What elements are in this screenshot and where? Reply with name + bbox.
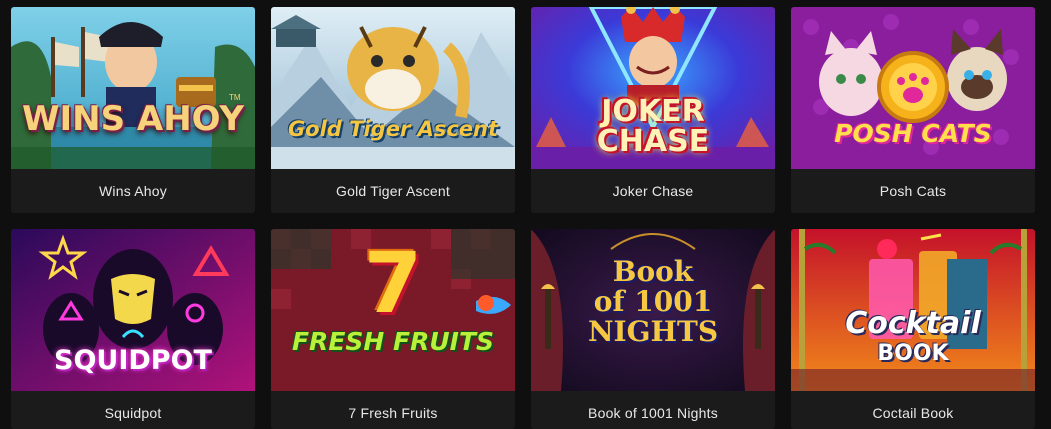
logo-line: Book xyxy=(612,255,694,288)
book-1001-nights-logo: Book of 1001 NIGHTS xyxy=(531,257,775,347)
game-title[interactable]: Book of 1001 Nights xyxy=(531,391,775,429)
squidpot-logo: SQUIDPOT xyxy=(54,345,212,376)
game-title[interactable]: 7 Fresh Fruits xyxy=(271,391,515,429)
game-title[interactable]: Wins Ahoy xyxy=(11,169,255,213)
game-thumbnail-7-fresh-fruits[interactable]: 7 FRESH FRUITS xyxy=(271,229,515,391)
game-title[interactable]: Posh Cats xyxy=(791,169,1035,213)
gold-tiger-logo: Gold Tiger Ascent xyxy=(287,117,499,141)
wins-ahoy-logo: WINS AHOY xyxy=(21,99,244,139)
fresh-fruits-logo: FRESH FRUITS xyxy=(291,327,495,356)
game-card-coctail-book[interactable]: Cocktail BOOK Coctail Book xyxy=(791,229,1035,429)
game-title[interactable]: Squidpot xyxy=(11,391,255,429)
game-thumbnail-gold-tiger-ascent[interactable]: Gold Tiger Ascent xyxy=(271,7,515,169)
logo-line: of 1001 xyxy=(593,285,713,318)
game-title[interactable]: Gold Tiger Ascent xyxy=(271,169,515,213)
game-thumbnail-joker-chase[interactable]: JOKER CHASE xyxy=(531,7,775,169)
game-grid-row-2: SQUIDPOT Squidpot 7 FRESH FRUITS 7 Fresh… xyxy=(11,229,1035,429)
posh-cats-logo: POSH CATS xyxy=(834,119,992,148)
gold-tiger-artwork xyxy=(271,7,515,169)
game-thumbnail-coctail-book[interactable]: Cocktail BOOK xyxy=(791,229,1035,391)
game-card-squidpot[interactable]: SQUIDPOT Squidpot xyxy=(11,229,255,429)
wins-ahoy-artwork xyxy=(11,7,255,169)
game-title[interactable]: Coctail Book xyxy=(791,391,1035,429)
trademark-mark: TM xyxy=(229,93,241,102)
game-card-wins-ahoy[interactable]: WINS AHOY TM Wins Ahoy xyxy=(11,7,255,213)
game-thumbnail-posh-cats[interactable]: POSH CATS xyxy=(791,7,1035,169)
logo-line: Cocktail xyxy=(845,306,981,341)
logo-line: BOOK xyxy=(877,341,949,366)
game-card-joker-chase[interactable]: JOKER CHASE Joker Chase xyxy=(531,7,775,213)
fresh-fruits-seven: 7 xyxy=(363,234,423,332)
game-card-gold-tiger-ascent[interactable]: Gold Tiger Ascent Gold Tiger Ascent xyxy=(271,7,515,213)
game-title[interactable]: Joker Chase xyxy=(531,169,775,213)
game-card-7-fresh-fruits[interactable]: 7 FRESH FRUITS 7 Fresh Fruits xyxy=(271,229,515,429)
logo-line: JOKER xyxy=(601,94,705,129)
game-card-posh-cats[interactable]: POSH CATS Posh Cats xyxy=(791,7,1035,213)
joker-chase-logo: JOKER CHASE xyxy=(531,97,775,157)
game-thumbnail-wins-ahoy[interactable]: WINS AHOY TM xyxy=(11,7,255,169)
game-thumbnail-book-of-1001-nights[interactable]: Book of 1001 NIGHTS xyxy=(531,229,775,391)
logo-line: CHASE xyxy=(596,124,710,159)
game-grid: WINS AHOY TM Wins Ahoy Gold Tiger Ascent… xyxy=(11,7,1035,213)
logo-line: NIGHTS xyxy=(587,315,719,348)
coctail-book-logo: Cocktail BOOK xyxy=(791,309,1035,369)
game-card-book-of-1001-nights[interactable]: Book of 1001 NIGHTS Book of 1001 Nights xyxy=(531,229,775,429)
game-thumbnail-squidpot[interactable]: SQUIDPOT xyxy=(11,229,255,391)
